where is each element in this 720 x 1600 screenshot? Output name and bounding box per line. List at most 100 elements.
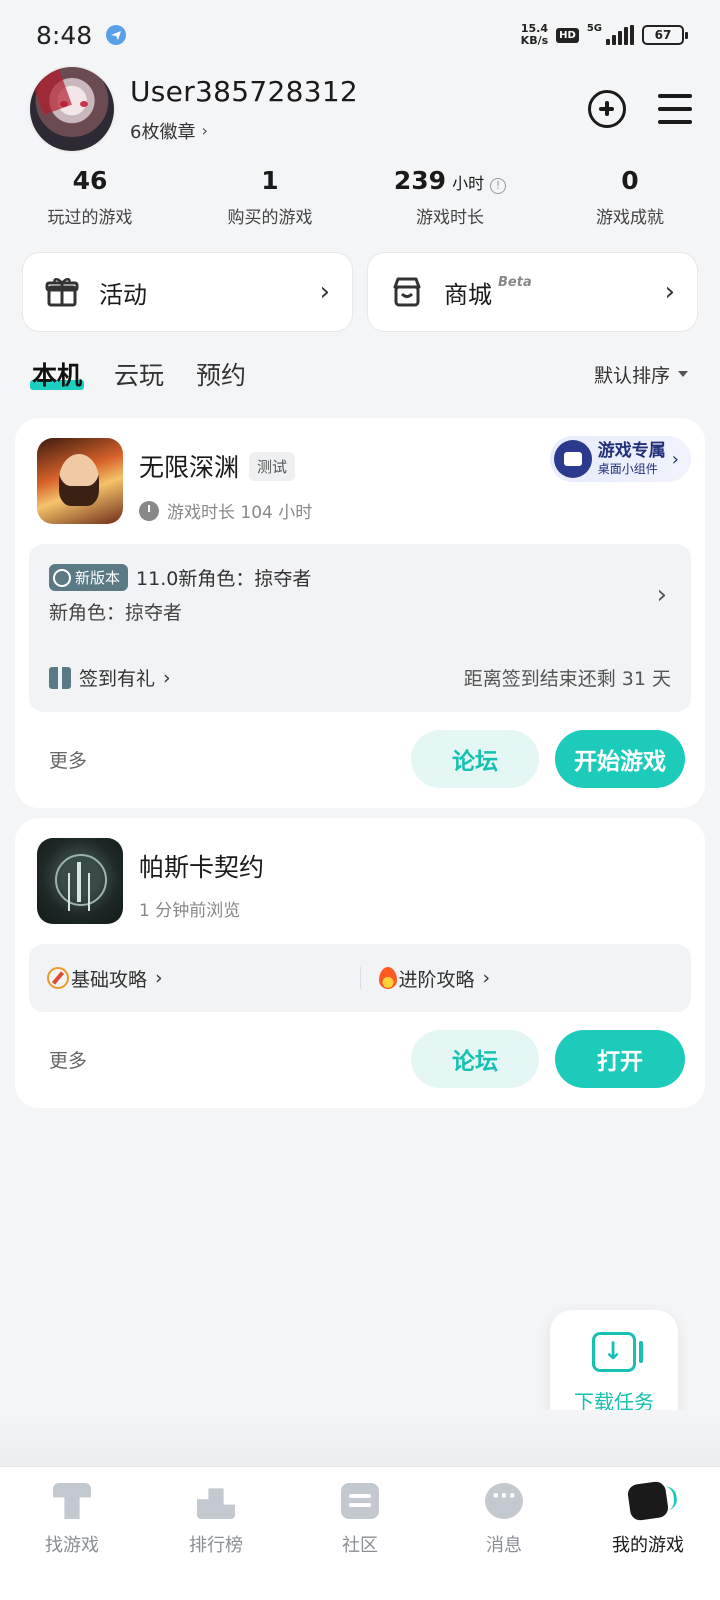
game-card[interactable]: 帕斯卡契约 1 分钟前浏览 基础攻略 › 进阶攻略 › 更多 论坛 打开 — [15, 818, 705, 1108]
nav-ranking[interactable]: 排行榜 — [144, 1467, 288, 1600]
profile-info: User385728312 6枚徽章 › — [130, 75, 358, 144]
game-icon[interactable] — [37, 838, 123, 924]
stat-value: 46 — [72, 166, 108, 195]
nav-my-games[interactable]: 我的游戏 — [576, 1467, 720, 1600]
store-card[interactable]: 商城 Beta › — [367, 252, 698, 332]
news-box[interactable]: 新版本 11.0新角色：掠夺者 新角色：掠夺者 › 签到有礼 › 距离签到结束还… — [29, 544, 691, 712]
game-card[interactable]: 无限深渊 测试 游戏时长 104 小时 游戏专属 桌面小组件 › 新版本 11.… — [15, 418, 705, 808]
tab-local[interactable]: 本机 — [29, 356, 85, 392]
sort-dropdown[interactable]: 默认排序 — [594, 361, 688, 388]
chevron-right-icon: › — [671, 448, 679, 470]
status-indicators: 15.4 KB/s HD 5G 67 — [520, 22, 688, 47]
stat-unit: 小时 — [452, 174, 485, 193]
fire-icon — [378, 967, 397, 989]
more-link[interactable]: 更多 — [49, 746, 87, 773]
my-games-icon — [626, 1480, 670, 1522]
sort-label: 默认排序 — [593, 364, 670, 387]
stats-row: 46 玩过的游戏 1 购买的游戏 239 小时 ! 游戏时长 0 游戏成就 — [0, 166, 720, 228]
chevron-right-icon[interactable]: › — [657, 580, 667, 610]
play-time: 游戏时长 104 小时 — [167, 503, 313, 523]
caret-down-icon — [678, 371, 688, 377]
battery-icon: 67 — [642, 25, 688, 45]
badges-link[interactable]: 6枚徽章 › — [130, 118, 358, 144]
store-icon — [390, 275, 424, 309]
game-title: 帕斯卡契约 — [139, 853, 265, 882]
nav-community[interactable]: 社区 — [288, 1467, 432, 1600]
widget-subtitle: 桌面小组件 — [597, 462, 658, 476]
desktop-widget-button[interactable]: 游戏专属 桌面小组件 › — [549, 436, 691, 482]
network-speed: 15.4 KB/s — [520, 22, 549, 47]
stat-label: 玩过的游戏 — [47, 208, 133, 228]
nav-find-games[interactable]: 找游戏 — [0, 1467, 144, 1600]
nav-label: 社区 — [342, 1535, 378, 1556]
stat-purchased-games[interactable]: 1 购买的游戏 — [180, 166, 360, 228]
avatar[interactable] — [28, 65, 116, 153]
basic-guide-link[interactable]: 基础攻略 › — [29, 965, 360, 992]
tab-reserve[interactable]: 预约 — [196, 356, 246, 392]
ranking-icon — [197, 1488, 235, 1519]
advanced-guide-link[interactable]: 进阶攻略 › — [361, 965, 692, 992]
news-title: 11.0新角色：掠夺者 — [136, 568, 312, 590]
guide-box: 基础攻略 › 进阶攻略 › — [29, 944, 691, 1012]
advanced-guide-label: 进阶攻略 — [398, 968, 475, 991]
activity-label: 活动 — [99, 280, 147, 309]
profile-header: User385728312 6枚徽章 › — [28, 64, 692, 154]
chevron-right-icon: › — [319, 277, 330, 307]
chevron-right-icon: › — [155, 967, 163, 989]
nav-messages[interactable]: 消息 — [432, 1467, 576, 1600]
stat-value: 239 — [393, 166, 447, 195]
game-icon[interactable] — [37, 438, 123, 524]
status-bar: 8:48 15.4 KB/s HD 5G 67 — [0, 0, 720, 70]
badges-label: 6枚徽章 — [130, 121, 196, 143]
plus-circle-icon[interactable] — [588, 90, 626, 128]
stat-play-time[interactable]: 239 小时 ! 游戏时长 — [360, 166, 540, 228]
stat-label: 游戏成就 — [596, 208, 664, 228]
community-icon — [341, 1483, 379, 1519]
gift-icon — [45, 275, 79, 309]
refresh-icon — [53, 568, 71, 587]
telegram-icon — [106, 25, 127, 45]
profile-actions — [588, 90, 692, 128]
store-label: 商城 — [444, 280, 492, 309]
compass-icon — [47, 967, 69, 989]
forum-button[interactable]: 论坛 — [411, 1030, 539, 1088]
quick-entries: 活动 › 商城 Beta › — [22, 252, 698, 332]
stat-played-games[interactable]: 46 玩过的游戏 — [0, 166, 180, 228]
chevron-right-icon: › — [482, 967, 491, 989]
nav-label: 我的游戏 — [612, 1535, 684, 1556]
game-title: 无限深渊 — [139, 453, 240, 482]
open-game-button[interactable]: 打开 — [555, 1030, 685, 1088]
info-icon[interactable]: ! — [490, 178, 507, 194]
activity-card[interactable]: 活动 › — [22, 252, 353, 332]
checkin-label: 签到有礼 — [79, 668, 156, 690]
tab-cloud[interactable]: 云玩 — [114, 356, 164, 392]
nav-label: 找游戏 — [45, 1535, 99, 1556]
stat-achievements[interactable]: 0 游戏成就 — [540, 166, 720, 228]
username[interactable]: User385728312 — [130, 75, 358, 108]
news-desc: 新角色：掠夺者 — [49, 602, 183, 624]
stat-label: 游戏时长 — [416, 208, 484, 228]
hamburger-menu-icon[interactable] — [658, 94, 692, 124]
bottom-nav: 找游戏 排行榜 社区 消息 我的游戏 — [0, 1466, 720, 1600]
chevron-right-icon: › — [201, 121, 208, 140]
stat-value: 1 — [261, 166, 279, 195]
forum-button[interactable]: 论坛 — [411, 730, 539, 788]
network-type: 5G — [586, 23, 602, 34]
start-game-button[interactable]: 开始游戏 — [555, 730, 685, 788]
gift-icon — [49, 666, 71, 689]
widget-title: 游戏专属 — [597, 441, 666, 461]
beta-tag: Beta — [498, 275, 532, 290]
nav-label: 消息 — [486, 1535, 522, 1556]
download-icon — [592, 1331, 643, 1372]
message-icon — [485, 1483, 523, 1519]
find-game-icon — [53, 1483, 91, 1519]
nav-label: 排行榜 — [189, 1535, 243, 1556]
game-tabs: 本机 云玩 预约 默认排序 — [29, 356, 688, 392]
stopwatch-icon — [139, 500, 159, 521]
hd-badge: HD — [556, 27, 579, 43]
basic-guide-label: 基础攻略 — [71, 968, 148, 991]
gamepad-icon — [553, 440, 592, 478]
more-link[interactable]: 更多 — [49, 1046, 87, 1073]
chevron-right-icon: › — [163, 666, 171, 689]
checkin-link[interactable]: 签到有礼 › — [49, 664, 171, 691]
